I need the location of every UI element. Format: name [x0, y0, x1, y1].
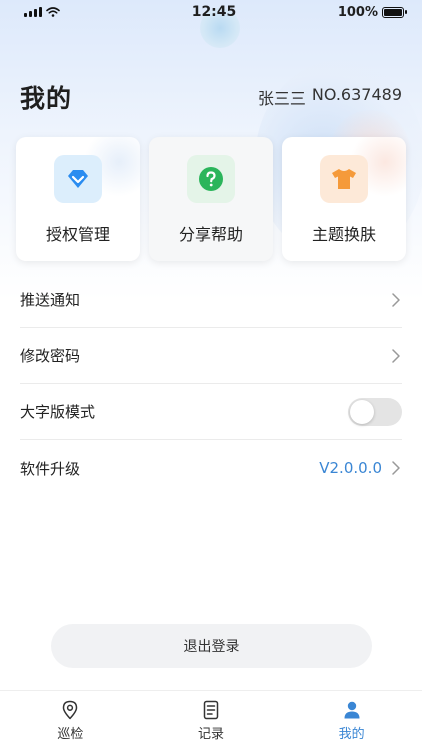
card-authorization[interactable]: 授权管理	[16, 137, 140, 261]
status-bar: 12:45 100%	[0, 0, 422, 24]
menu-item-label: 修改密码	[20, 347, 81, 365]
page-header: 我的 张三三 NO.637489	[20, 80, 402, 114]
bottom-tab-bar: 巡检 记录 我的	[0, 690, 422, 750]
user-number: NO.637489	[311, 85, 402, 104]
wifi-icon	[46, 7, 60, 17]
battery-percent: 100%	[337, 4, 378, 20]
large-font-toggle[interactable]	[348, 397, 402, 426]
page-title: 我的	[20, 84, 73, 113]
menu-item-label: 大字版模式	[20, 403, 96, 421]
card-label: 分享帮助	[178, 225, 243, 244]
card-label: 主题换肤	[311, 225, 376, 244]
chevron-right-icon	[392, 461, 400, 475]
menu-item-large-font-mode: 大字版模式	[20, 384, 402, 440]
toggle-knob	[350, 399, 374, 424]
document-icon	[203, 700, 219, 719]
tab-mine[interactable]: 我的	[302, 700, 402, 742]
location-pin-icon	[63, 700, 78, 719]
help-icon	[187, 155, 235, 203]
tab-label: 我的	[338, 726, 365, 742]
menu-item-software-upgrade[interactable]: 软件升级 V2.0.0.0	[20, 440, 402, 496]
user-icon	[344, 701, 360, 718]
menu-item-label: 软件升级	[20, 459, 81, 478]
user-info: 张三三 NO.637489	[258, 85, 402, 109]
feature-cards: 授权管理 分享帮助 主题换肤	[16, 137, 406, 262]
menu-item-push-notice[interactable]: 推送通知	[20, 272, 402, 328]
chevron-right-icon	[392, 348, 400, 363]
card-theme-skin[interactable]: 主题换肤	[282, 137, 406, 261]
menu-item-label: 推送通知	[20, 291, 81, 309]
card-share-help[interactable]: 分享帮助	[149, 137, 273, 261]
user-name: 张三三	[257, 89, 306, 108]
tshirt-icon	[320, 155, 368, 203]
logout-button[interactable]: 退出登录	[51, 624, 372, 668]
menu-item-change-password[interactable]: 修改密码	[20, 328, 402, 384]
version-label: V2.0.0.0	[319, 459, 382, 477]
diamond-icon	[54, 155, 102, 203]
settings-list: 推送通知 修改密码 大字版模式 软件升级 V2.0.0.0	[20, 272, 402, 496]
tab-label: 记录	[197, 726, 224, 742]
cellular-signal-icon	[24, 7, 42, 17]
tab-records[interactable]: 记录	[161, 700, 261, 742]
chevron-right-icon	[392, 292, 400, 307]
card-label: 授权管理	[45, 225, 110, 244]
status-time: 12:45	[191, 4, 237, 20]
tab-label: 巡检	[57, 726, 84, 742]
battery-icon	[381, 6, 407, 18]
tab-patrol[interactable]: 巡检	[20, 700, 120, 742]
